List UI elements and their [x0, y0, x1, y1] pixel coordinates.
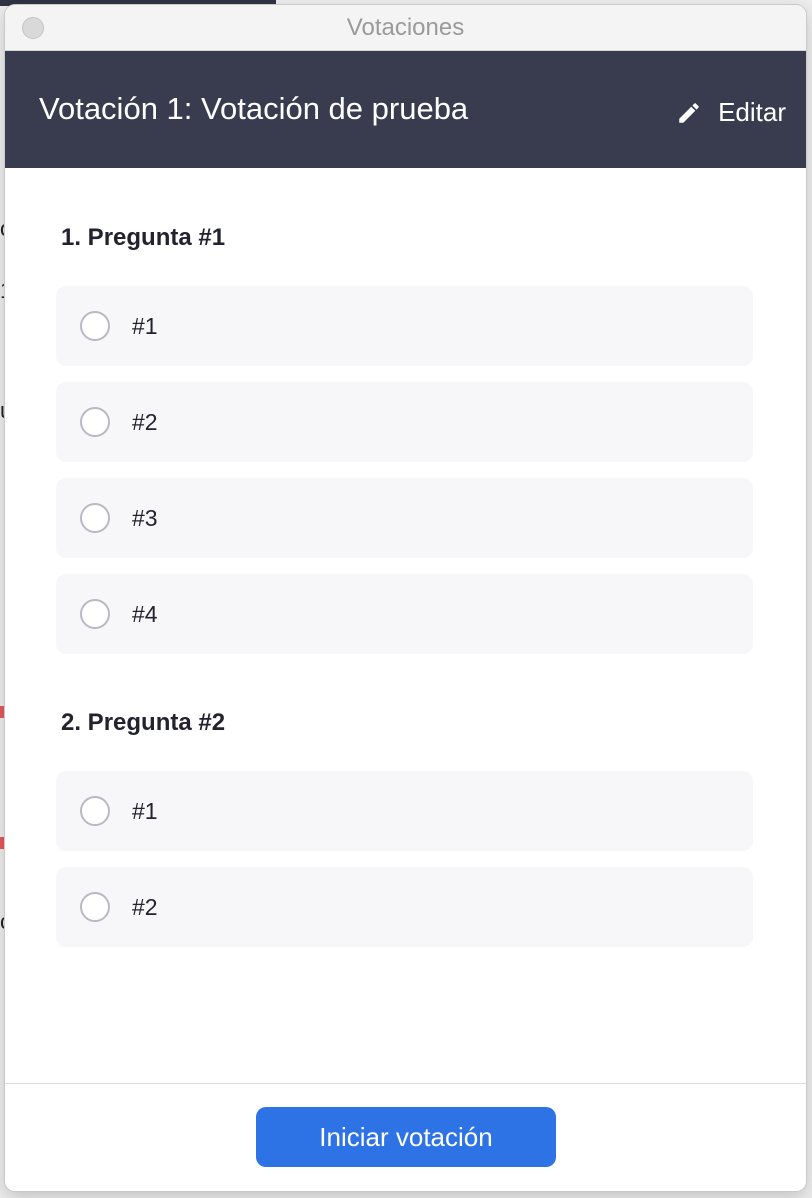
window-title: Votaciones — [346, 14, 465, 41]
polls-window: Votaciones Votación 1: Votación de prueb… — [5, 5, 806, 1191]
question-title: 2. Pregunta #2 — [61, 709, 226, 736]
radio-button[interactable] — [80, 503, 110, 533]
poll-content: 1. Pregunta #1 #1 #2 #3 #4 2. Pregunta #… — [5, 168, 806, 1084]
poll-header: Votación 1: Votación de prueba Editar — [5, 51, 806, 168]
option-label: #1 — [132, 312, 158, 339]
window-close-button[interactable] — [22, 17, 44, 39]
radio-button[interactable] — [80, 892, 110, 922]
answer-option[interactable]: #3 — [56, 478, 753, 558]
pencil-icon — [679, 102, 699, 123]
question-2: 2. Pregunta #2 #1 #2 — [56, 709, 753, 947]
option-label: #2 — [132, 408, 158, 435]
option-label: #1 — [132, 797, 158, 824]
start-poll-button[interactable]: Iniciar votación — [256, 1107, 556, 1167]
option-label: #3 — [132, 504, 158, 531]
question-1: 1. Pregunta #1 #1 #2 #3 #4 — [56, 224, 753, 654]
option-list: #1 #2 — [56, 771, 753, 947]
answer-option[interactable]: #1 — [56, 286, 753, 366]
answer-option[interactable]: #2 — [56, 382, 753, 462]
edit-label: Editar — [718, 97, 786, 127]
radio-button[interactable] — [80, 796, 110, 826]
question-title: 1. Pregunta #1 — [61, 224, 226, 251]
radio-button[interactable] — [80, 407, 110, 437]
option-list: #1 #2 #3 #4 — [56, 286, 753, 654]
option-label: #2 — [132, 893, 158, 920]
answer-option[interactable]: #2 — [56, 867, 753, 947]
answer-option[interactable]: #4 — [56, 574, 753, 654]
edit-button[interactable]: Editar — [676, 97, 786, 128]
poll-footer: Iniciar votación — [5, 1083, 806, 1191]
radio-button[interactable] — [80, 311, 110, 341]
radio-button[interactable] — [80, 599, 110, 629]
poll-title: Votación 1: Votación de prueba — [39, 91, 469, 126]
answer-option[interactable]: #1 — [56, 771, 753, 851]
option-label: #4 — [132, 600, 158, 627]
window-titlebar: Votaciones — [5, 5, 806, 51]
